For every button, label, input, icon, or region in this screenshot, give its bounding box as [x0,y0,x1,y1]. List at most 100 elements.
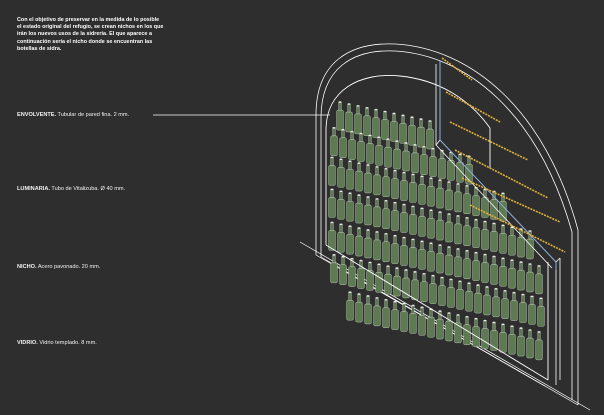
bottle [463,249,471,279]
bottle [526,263,534,293]
bottle [499,323,507,353]
bottle [364,295,372,325]
bottle [517,327,525,357]
bottle [427,242,435,272]
bottle [420,145,428,175]
bottle [330,254,338,284]
bottle [501,289,509,319]
bottle [373,166,381,196]
bottle [508,325,516,355]
bottle [391,169,399,199]
bottle [382,232,390,262]
bottle [517,261,525,291]
bottle [375,263,383,293]
bottle [445,312,453,342]
bottle [336,101,344,131]
bottle [391,234,399,264]
bottle [499,224,507,254]
bottle [490,222,498,252]
bottle [399,114,407,144]
bottle [447,278,455,308]
bottle [357,259,365,289]
bottle [393,267,401,297]
bottle-grid [328,101,545,361]
niche-axonometric-diagram [153,43,591,411]
bottle [345,103,353,133]
bottle [436,244,444,274]
bottle [454,183,462,213]
bottle [339,255,347,285]
bottle [427,308,435,338]
bottle [364,164,372,194]
bottle [372,108,380,138]
bottle [526,329,534,359]
bottle [411,271,419,301]
bottle [454,248,462,278]
bottle [483,286,491,316]
bottle [418,240,426,270]
bottle [472,251,480,281]
bottle [418,175,426,205]
bottle [447,151,455,181]
bottle [535,265,543,295]
bottle [417,118,425,148]
bottle [429,147,437,177]
bottle [490,255,498,285]
bottle [409,238,417,268]
bottle [481,319,489,349]
bottle [427,209,435,239]
bottle [366,261,374,291]
bottle [499,257,507,287]
bottle [429,274,437,304]
bottle [382,199,390,229]
bottle [346,291,354,321]
bottle [445,181,453,211]
bottle [492,288,500,318]
bottle [445,213,453,243]
bottle [472,218,480,248]
bottle [346,225,354,255]
bottle [426,120,434,150]
bottle [346,192,354,222]
bottle [337,190,345,220]
bottle [355,293,363,323]
bottle [481,253,489,283]
bottle [328,221,336,251]
bottle [472,317,480,347]
bottle [393,140,401,170]
bottle [445,246,453,276]
light-tube [445,91,501,123]
bottle [463,184,471,214]
bottle [400,236,408,266]
bottle [375,136,383,166]
bottle [373,198,381,228]
bottle [418,207,426,237]
bottle [391,201,399,231]
bottle [364,196,372,226]
bottle [363,106,371,136]
bottle [402,142,410,172]
bottle [328,156,336,186]
bottle [382,167,390,197]
bottle [474,284,482,314]
bottle [409,173,417,203]
bottle [463,216,471,246]
bottle [418,306,426,336]
bottle [454,215,462,245]
bottle [519,293,527,323]
bottle [528,295,536,325]
bottle [381,110,389,140]
bottle [337,158,345,188]
bottle [409,205,417,235]
bottle [355,227,363,257]
bottle [391,300,399,330]
bottle [390,112,398,142]
bottle [411,144,419,174]
bottle [436,211,444,241]
bottle [337,223,345,253]
bottle [400,171,408,201]
bottle [348,130,356,160]
bottle [472,186,480,216]
bottle [382,298,390,328]
bottle [537,297,545,327]
